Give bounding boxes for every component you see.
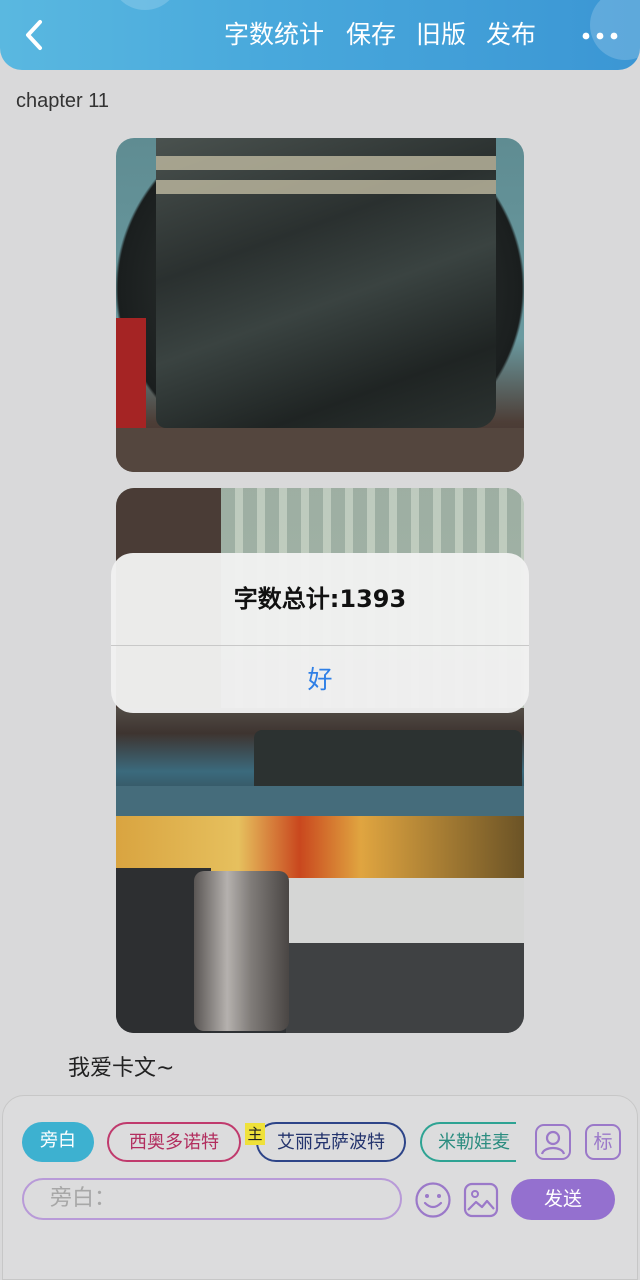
main-character-badge: 主 (245, 1123, 265, 1145)
publish-button[interactable]: 发布 (486, 16, 536, 54)
narration-text: 我爱卡文~ (68, 1056, 175, 1081)
chevron-left-icon[interactable] (20, 18, 50, 52)
old-version-button[interactable]: 旧版 (416, 16, 466, 54)
character-chip[interactable]: 米勒娃麦 (420, 1122, 516, 1162)
emoji-icon[interactable] (414, 1181, 452, 1219)
tag-button[interactable]: 标 (585, 1124, 621, 1160)
narration-chip[interactable]: 旁白 (22, 1122, 94, 1162)
character-chip[interactable]: 西奥多诺特 (107, 1122, 241, 1162)
word-count-button[interactable]: 字数统计 (224, 16, 324, 54)
alert-title: 字数总计:1393 (233, 585, 407, 613)
message-input[interactable]: 旁白： (22, 1178, 402, 1220)
save-button[interactable]: 保存 (346, 16, 396, 54)
word-count-alert: 字数总计:1393 好 (111, 553, 529, 713)
character-avatar-icon[interactable] (535, 1124, 571, 1160)
send-button[interactable]: 发送 (511, 1179, 615, 1220)
alert-ok-button[interactable]: 好 (111, 646, 529, 713)
character-chip[interactable]: 艾丽克萨波特 (256, 1122, 406, 1162)
top-nav-bar: 字数统计 保存 旧版 发布 (0, 0, 640, 70)
more-dots-icon[interactable] (582, 32, 618, 40)
image-icon[interactable] (463, 1182, 499, 1218)
chapter-image-1[interactable] (116, 138, 524, 472)
chapter-title: chapter 11 (16, 90, 110, 112)
